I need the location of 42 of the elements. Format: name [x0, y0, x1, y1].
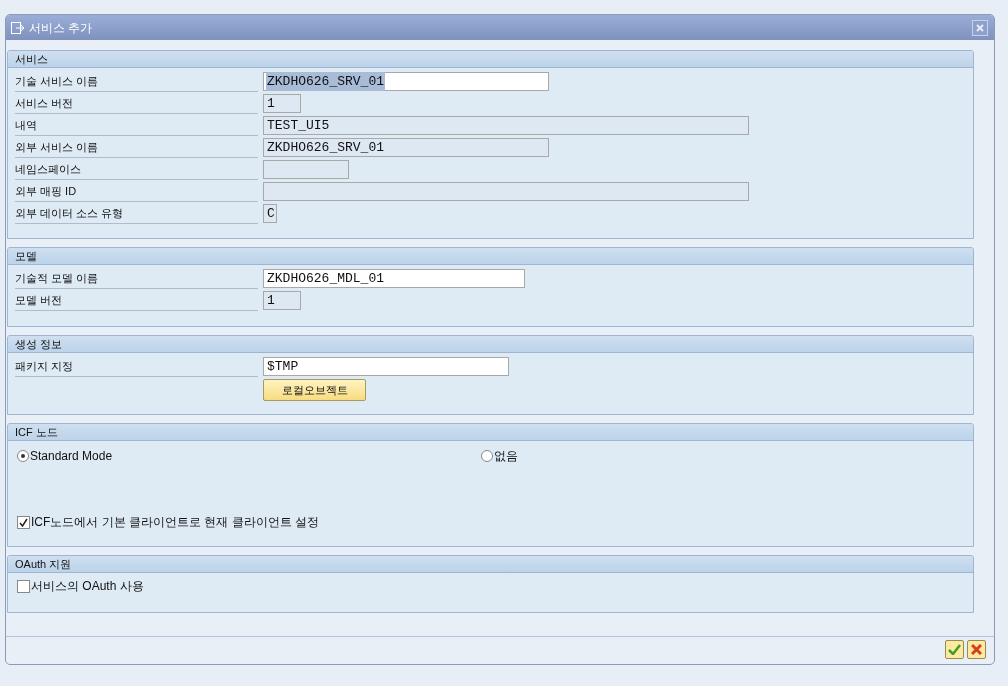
radio-button[interactable] — [481, 450, 493, 462]
local-object-button[interactable]: 로컬오브젝트 — [263, 379, 366, 401]
check-icon — [948, 644, 961, 655]
close-button[interactable] — [972, 19, 988, 36]
checkbox-label: ICF노드에서 기본 클라이언트로 현재 클라이언트 설정 — [31, 514, 319, 531]
confirm-button[interactable] — [945, 640, 964, 659]
window-title: 서비스 추가 — [29, 19, 93, 37]
section-title: 모델 — [15, 250, 37, 262]
input-field[interactable]: ZKDHO626_MDL_01 — [263, 269, 525, 288]
field-label: 기술적 모델 이름 — [15, 268, 258, 289]
field-label: 외부 서비스 이름 — [15, 137, 258, 158]
field-label: 서비스 버전 — [15, 93, 258, 114]
field-label: 패키지 지정 — [15, 356, 258, 377]
input-field[interactable] — [263, 182, 749, 201]
close-icon — [971, 644, 982, 655]
field-label: 기술 서비스 이름 — [15, 71, 258, 92]
input-field[interactable]: $TMP — [263, 357, 509, 376]
radio-label: Standard Mode — [30, 448, 113, 465]
input-field[interactable]: 1 — [263, 291, 301, 310]
checkbox-label: 서비스의 OAuth 사용 — [31, 578, 144, 595]
field-label: 외부 매핑 ID — [15, 181, 258, 202]
field-label: 외부 데이터 소스 유형 — [15, 203, 258, 224]
section-title: 생성 정보 — [15, 338, 63, 350]
checkbox[interactable] — [17, 579, 30, 593]
field-label: 모델 버전 — [15, 290, 258, 311]
input-field[interactable]: ZKDHO626_SRV_01 — [263, 138, 549, 157]
cancel-button[interactable] — [967, 640, 986, 659]
field-label: 네임스페이스 — [15, 159, 258, 180]
close-icon — [976, 23, 984, 32]
input-field[interactable]: TEST_UI5 — [263, 116, 749, 135]
input-field[interactable] — [263, 160, 349, 179]
section-title: OAuth 지원 — [15, 558, 72, 570]
radio-button[interactable] — [17, 450, 29, 462]
radio-label: 없음 — [494, 448, 518, 465]
section-title: ICF 노드 — [15, 426, 58, 438]
input-field[interactable]: 1 — [263, 94, 301, 113]
input-field[interactable]: ZKDHO626_SRV_01 — [263, 72, 549, 91]
checkbox[interactable] — [17, 515, 30, 529]
dialog-icon — [11, 21, 25, 34]
section-title: 서비스 — [15, 53, 48, 65]
input-field[interactable]: C — [263, 204, 277, 223]
field-label: 내역 — [15, 115, 258, 136]
